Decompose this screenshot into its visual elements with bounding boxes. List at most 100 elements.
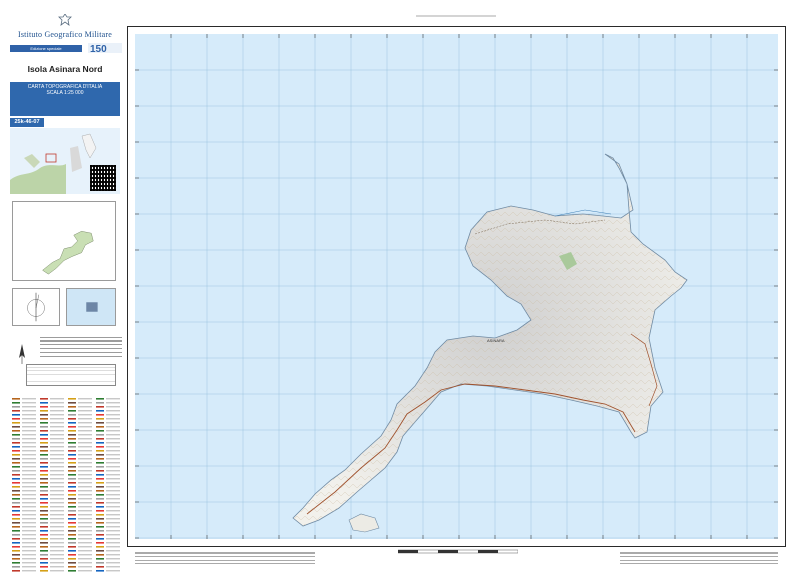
top-scale-bar	[416, 15, 496, 17]
legend-text-line	[78, 462, 92, 464]
legend-symbol	[40, 518, 48, 520]
legend-symbol	[40, 422, 48, 424]
legend-symbol	[96, 486, 104, 488]
legend-text-line	[106, 562, 120, 564]
legend-text-line	[50, 406, 64, 408]
legend-text-line	[78, 554, 92, 556]
legend-text-line	[22, 478, 36, 480]
legend-symbol	[96, 418, 104, 420]
island-locator-map	[12, 201, 116, 281]
legend-text-line	[22, 446, 36, 448]
legend-text-line	[22, 454, 36, 456]
legend-text-line	[22, 566, 36, 568]
legend-symbol	[96, 566, 104, 568]
legend-text-line	[22, 414, 36, 416]
legend-symbol	[96, 554, 104, 556]
legend-text-line	[50, 542, 64, 544]
legend-text-line	[22, 470, 36, 472]
legend-symbol	[68, 414, 76, 416]
legend-text-line	[106, 490, 120, 492]
legend-symbol	[12, 478, 20, 480]
legend-symbol	[12, 414, 20, 416]
legend-text-line	[106, 522, 120, 524]
legend-text-line	[78, 498, 92, 500]
legend-symbol	[68, 410, 76, 412]
emblem-icon	[58, 14, 72, 26]
legend-text-line	[22, 430, 36, 432]
coordinate-table	[26, 364, 116, 386]
legend-text-line	[22, 542, 36, 544]
legend-symbol	[40, 418, 48, 420]
legend-text-line	[106, 430, 120, 432]
legend-symbol	[96, 410, 104, 412]
legend-symbol	[12, 434, 20, 436]
legend-symbol	[12, 518, 20, 520]
legend-text-line	[106, 530, 120, 532]
legend-symbol	[68, 494, 76, 496]
legend-symbol	[40, 450, 48, 452]
legend-text-line	[106, 518, 120, 520]
legend-symbol	[68, 406, 76, 408]
legend-text-line	[22, 546, 36, 548]
legend-text-line	[78, 550, 92, 552]
legend-text-line	[50, 418, 64, 420]
legend-symbol	[96, 510, 104, 512]
legend-symbol	[12, 470, 20, 472]
legend-symbol	[40, 482, 48, 484]
legend-text-line	[106, 470, 120, 472]
legend-text-line	[106, 558, 120, 560]
legend-text-line	[22, 534, 36, 536]
legend-symbol	[12, 498, 20, 500]
legend-text-line	[22, 518, 36, 520]
legend-text-line	[50, 462, 64, 464]
legend-text-line	[78, 534, 92, 536]
legend-text-line	[22, 442, 36, 444]
legend-text-line	[78, 442, 92, 444]
legend-symbol	[12, 450, 20, 452]
legend-symbol	[12, 494, 20, 496]
legend-symbol	[68, 430, 76, 432]
bottom-scale-bar	[398, 549, 518, 554]
legend-text-line	[22, 426, 36, 428]
island-asinara[interactable]: ASINARA	[292, 153, 688, 533]
legend-symbol	[12, 502, 20, 504]
legend-symbol	[68, 502, 76, 504]
legend-text-line	[50, 438, 64, 440]
legend-text-line	[22, 462, 36, 464]
legend-symbol	[96, 494, 104, 496]
legend-text-line	[50, 414, 64, 416]
legend-symbol	[96, 442, 104, 444]
legend-symbol	[68, 490, 76, 492]
legend-symbol	[12, 538, 20, 540]
legend-symbol	[12, 474, 20, 476]
legend-symbol	[40, 462, 48, 464]
legend-symbol	[12, 510, 20, 512]
legend-symbol	[40, 570, 48, 572]
legend-text-line	[78, 402, 92, 404]
legend-symbol	[96, 562, 104, 564]
legend-text-line	[22, 486, 36, 488]
legend-symbol	[68, 450, 76, 452]
legend-text-line	[50, 402, 64, 404]
legend-text-line	[106, 426, 120, 428]
legend-text-line	[50, 514, 64, 516]
legend-text-line	[22, 562, 36, 564]
legend-text-line	[106, 486, 120, 488]
map-area[interactable]: ASINARA	[135, 34, 778, 539]
legend-symbol	[12, 546, 20, 548]
legend-text-line	[106, 454, 120, 456]
legend-symbol	[68, 418, 76, 420]
legend-symbol	[96, 470, 104, 472]
legend-symbol	[40, 542, 48, 544]
legend-text-line	[106, 406, 120, 408]
legend-symbol	[96, 458, 104, 460]
legend-text-line	[106, 462, 120, 464]
legend-text-line	[78, 538, 92, 540]
legend-text-line	[78, 522, 92, 524]
legend-symbol	[68, 562, 76, 564]
legend-symbol	[40, 502, 48, 504]
legend-text-line	[22, 526, 36, 528]
legend-text-line	[78, 478, 92, 480]
legend-text-line	[50, 446, 64, 448]
legend-symbol	[96, 446, 104, 448]
